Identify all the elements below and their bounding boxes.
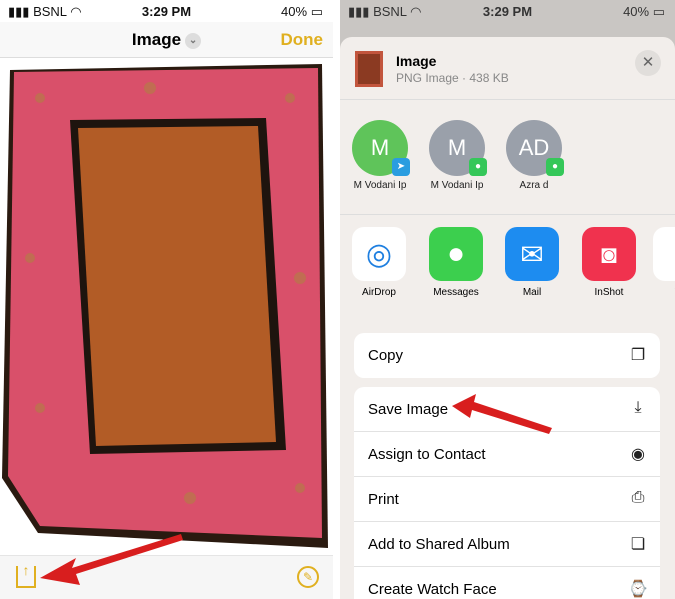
action-add-shared-album[interactable]: Add to Shared Album ❏ xyxy=(354,522,660,567)
markup-icon[interactable]: ✎ xyxy=(297,566,319,588)
battery-percent: 40% xyxy=(281,4,308,19)
contact-name: M Vodani Ip xyxy=(353,180,407,191)
contact-item[interactable]: AD ● Azra d xyxy=(499,120,569,191)
initials: M xyxy=(370,135,390,160)
action-assign-contact[interactable]: Assign to Contact ◉ xyxy=(354,432,660,477)
avatar: M ➤ xyxy=(352,120,410,176)
share-subtitle: PNG Image · 438 KB xyxy=(396,71,509,85)
action-label: Assign to Contact xyxy=(368,446,486,463)
action-label: Save Image xyxy=(368,401,449,418)
action-label: Create Watch Face xyxy=(368,581,497,598)
messages-icon: ● xyxy=(469,158,487,176)
share-header: Image PNG Image · 438 KB ✕ xyxy=(340,37,675,100)
battery-percent: 40% xyxy=(623,4,650,19)
nav-bar: Image ⌄ Done xyxy=(0,22,333,58)
app-airdrop[interactable]: ◎ AirDrop xyxy=(345,227,413,298)
done-button[interactable]: Done xyxy=(281,30,324,50)
app-name: AirDrop xyxy=(362,287,396,298)
image-viewer: ▮▮▮ BSNL ◠ 3:29 PM 40% ▭ Image ⌄ Done ↑ ✎ xyxy=(0,0,333,599)
initials: AD xyxy=(518,135,550,160)
share-sheet: Image PNG Image · 438 KB ✕ M ➤ M Vodani Ip… xyxy=(340,37,675,599)
share-title: Image xyxy=(396,53,437,69)
contact-item[interactable]: M ● M Vodani Ip xyxy=(422,120,492,191)
action-create-watch-face[interactable]: Create Watch Face ⌚ xyxy=(354,567,660,599)
initials: M xyxy=(447,135,467,160)
contact-name: M Vodani Ip xyxy=(430,180,484,191)
action-label: Copy xyxy=(368,347,404,364)
action-print[interactable]: Print ⎙ xyxy=(354,477,660,522)
chevron-down-icon[interactable]: ⌄ xyxy=(185,32,202,49)
airdrop-icon: ◎ xyxy=(352,227,406,281)
mail-icon: ✉ xyxy=(505,227,559,281)
print-icon: ⎙ xyxy=(631,489,645,506)
avatar: AD ● xyxy=(506,120,564,176)
app-inshot[interactable]: ◙ InShot xyxy=(575,227,643,298)
apps-row: ◎ AirDrop ● Messages ✉ Mail ◙ InShot ➤ Te xyxy=(340,215,675,323)
app-messages[interactable]: ● Messages xyxy=(422,227,490,298)
watch-icon: ⌚ xyxy=(628,581,648,598)
action-label: Print xyxy=(368,491,399,508)
close-button[interactable]: ✕ xyxy=(635,50,661,76)
action-copy[interactable]: Copy ❐ xyxy=(354,333,660,378)
image-thumbnail xyxy=(355,51,383,87)
share-icon[interactable]: ↑ xyxy=(16,563,36,588)
app-name: Mail xyxy=(522,287,542,298)
status-bar: ▮▮▮ BSNL ◠ 3:29 PM 40% ▭ xyxy=(0,0,333,22)
action-label: Add to Shared Album xyxy=(368,536,510,553)
contact-icon: ◉ xyxy=(631,446,645,463)
app-mail[interactable]: ✉ Mail xyxy=(498,227,566,298)
app-name: Te xyxy=(646,287,675,298)
save-icon: ⤓ xyxy=(634,399,642,416)
share-sheet-screen: ▮▮▮ BSNL ◠ 3:29 PM 40% ▭ Image PNG Image… xyxy=(340,0,675,599)
contacts-row: M ➤ M Vodani Ip M ● M Vodani Ip AD ● Azra d xyxy=(340,100,675,215)
copy-group: Copy ❐ xyxy=(354,333,660,378)
contact-item[interactable]: M ➤ M Vodani Ip xyxy=(345,120,415,191)
telegram-icon: ➤ xyxy=(392,158,410,176)
contact-name: Azra d xyxy=(519,180,549,191)
red-arrow-save xyxy=(452,394,552,434)
app-telegram[interactable]: ➤ Te xyxy=(646,227,675,298)
status-bar: ▮▮▮ BSNL ◠ 3:29 PM 40% ▭ xyxy=(340,0,675,22)
battery-icon: ▭ xyxy=(310,4,323,19)
page-title: Image xyxy=(131,30,182,49)
messages-icon: ● xyxy=(429,227,483,281)
battery: 40% ▭ xyxy=(623,4,665,19)
app-name: Messages xyxy=(433,287,479,298)
shared-album-icon: ❏ xyxy=(630,536,646,553)
red-arrow-share xyxy=(40,534,183,585)
photo-frame-image xyxy=(0,58,333,555)
copy-icon: ❐ xyxy=(630,347,646,364)
avatar: M ● xyxy=(429,120,487,176)
app-name: InShot xyxy=(594,287,624,298)
messages-icon: ● xyxy=(546,158,564,176)
inshot-icon: ◙ xyxy=(582,227,636,281)
battery: 40% ▭ xyxy=(281,4,323,20)
telegram-icon: ➤ xyxy=(653,227,675,281)
